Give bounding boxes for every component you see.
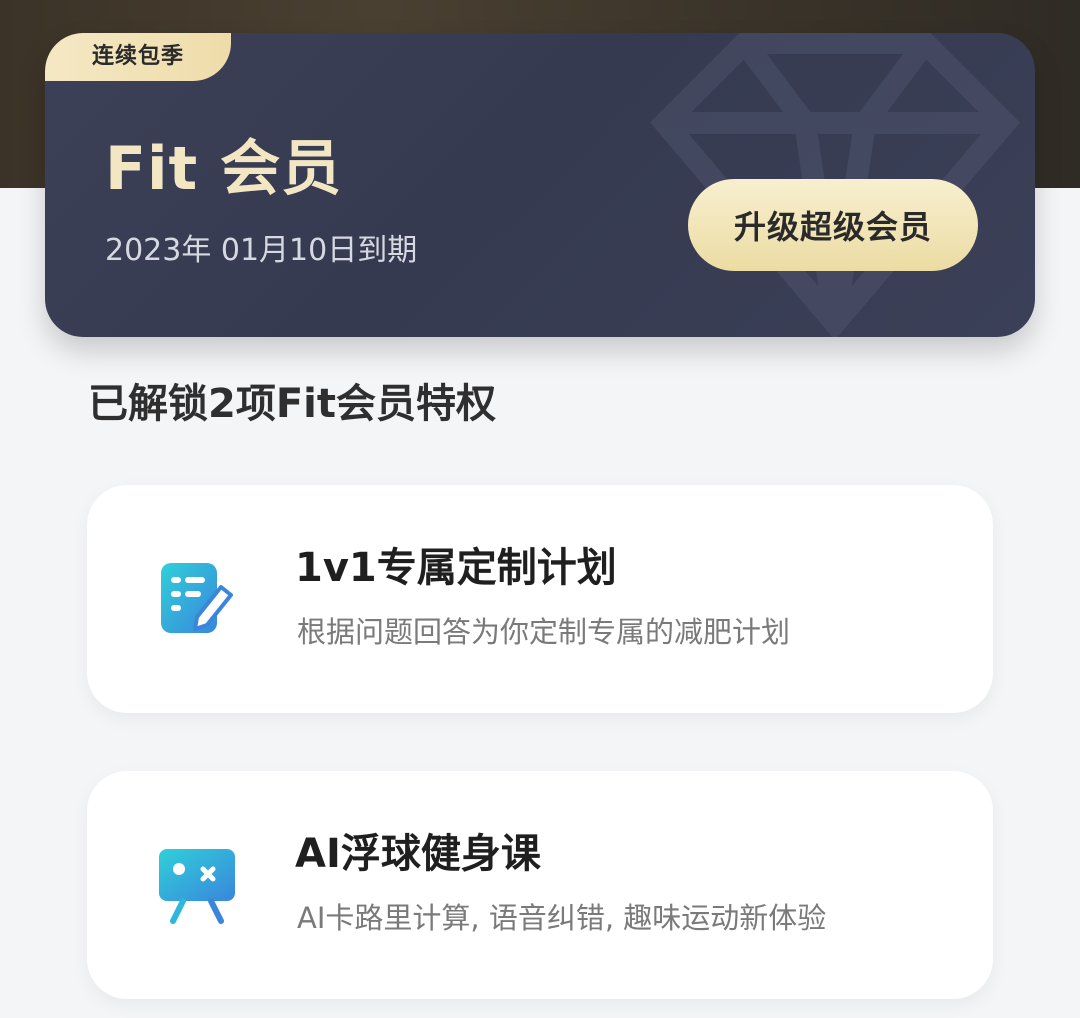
- presentation-board-icon: [159, 849, 235, 924]
- membership-card[interactable]: 连续包季 Fit 会员 2023年 01月10日到期 升级超级会员: [45, 33, 1035, 337]
- upgrade-super-member-button[interactable]: 升级超级会员: [688, 179, 978, 271]
- membership-title: Fit 会员: [105, 134, 343, 204]
- benefit-title: AI浮球健身课: [295, 831, 541, 877]
- benefit-description: 根据问题回答为你定制专属的减肥计划: [297, 615, 791, 649]
- subscription-badge: 连续包季: [45, 33, 231, 81]
- expiry-date: 2023年 01月10日到期: [105, 233, 418, 268]
- benefit-card-custom-plan[interactable]: 1v1专属定制计划 根据问题回答为你定制专属的减肥计划: [87, 485, 993, 713]
- plan-edit-icon: [161, 563, 233, 633]
- section-title: 已解锁2项Fit会员特权: [88, 381, 496, 427]
- benefit-description: AI卡路里计算, 语音纠错, 趣味运动新体验: [297, 901, 827, 935]
- benefit-title: 1v1专属定制计划: [295, 545, 617, 591]
- benefit-card-ai-course[interactable]: AI浮球健身课 AI卡路里计算, 语音纠错, 趣味运动新体验: [87, 771, 993, 999]
